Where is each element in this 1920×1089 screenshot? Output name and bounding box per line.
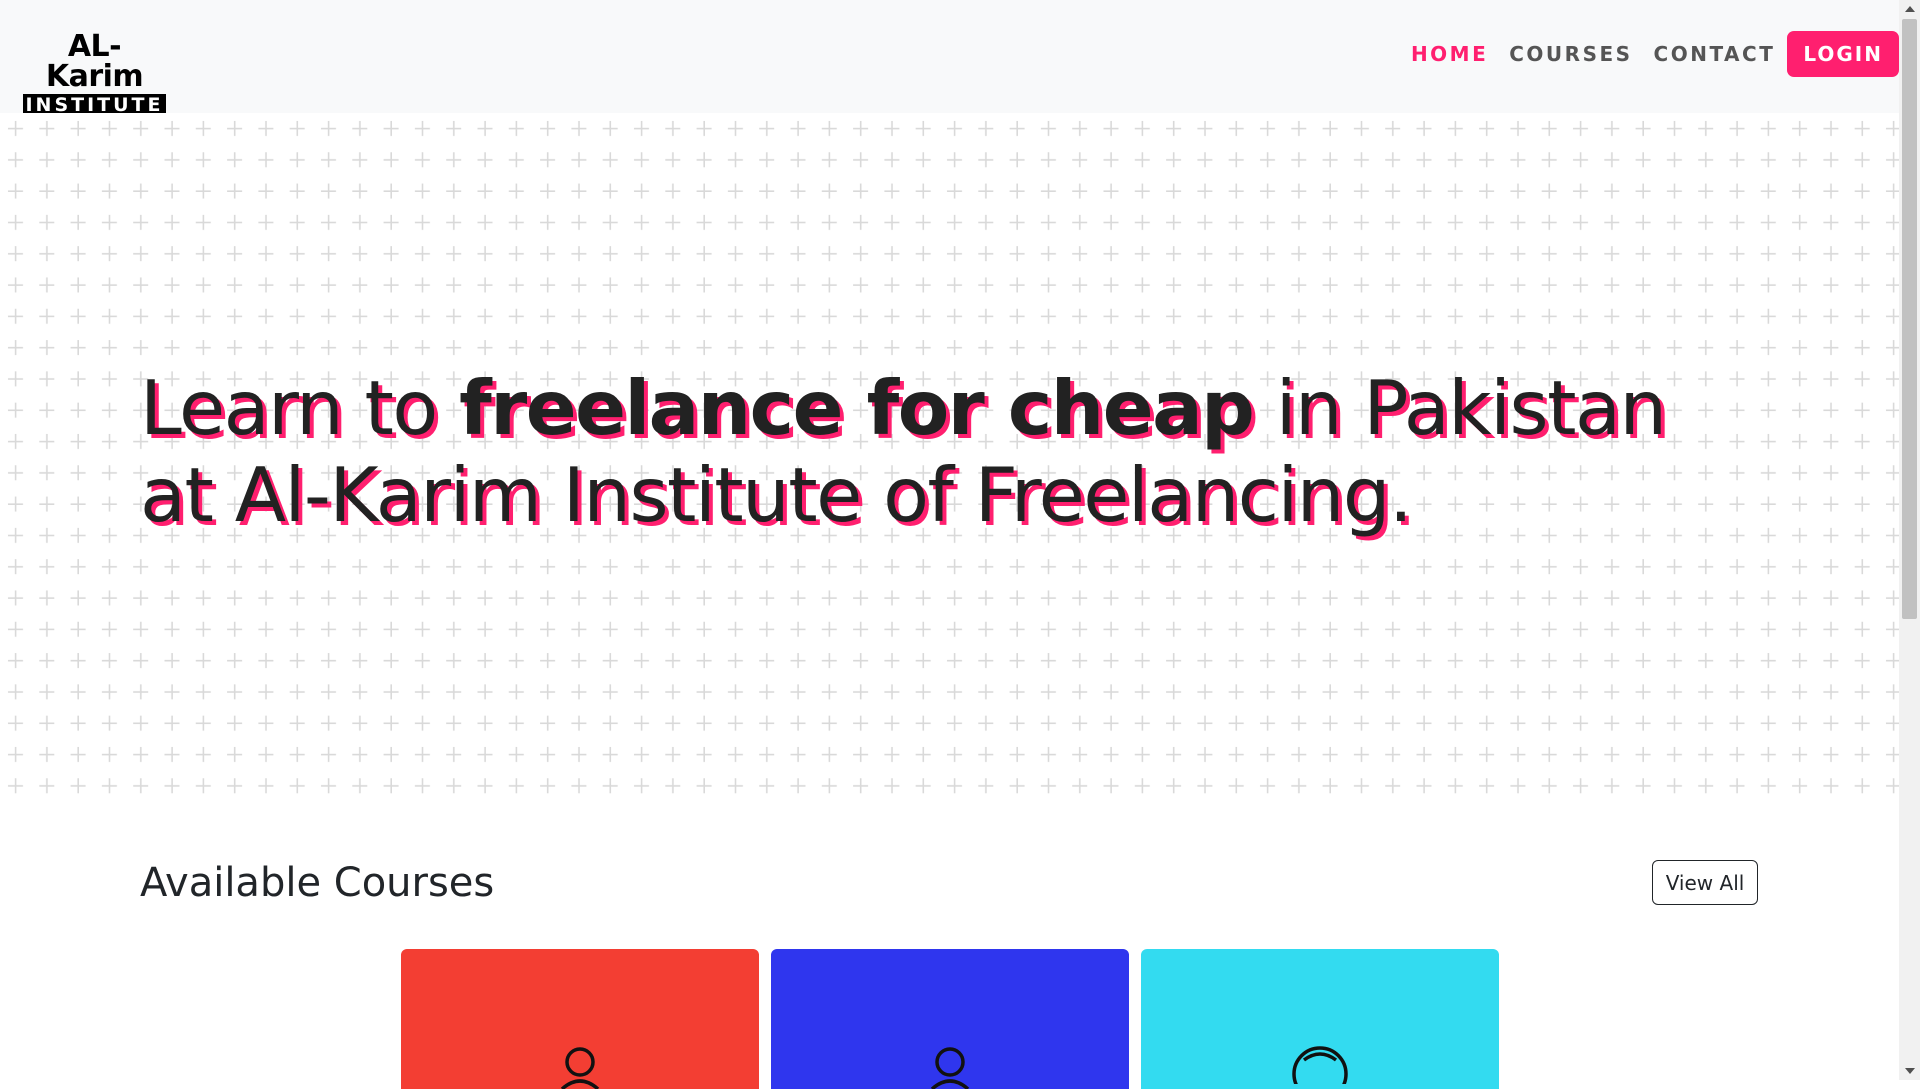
- nav-link-home[interactable]: HOME: [1411, 42, 1488, 66]
- user-icon: [560, 1047, 600, 1089]
- nav-link-courses[interactable]: COURSES: [1509, 42, 1632, 66]
- brand-logo[interactable]: AL-Karim INSTITUTE: [23, 32, 166, 117]
- nav-links: HOME COURSES CONTACT LOGIN: [1390, 31, 1899, 77]
- scroll-down-arrow-icon[interactable]: [1905, 1068, 1915, 1074]
- available-courses-heading: Available Courses: [140, 860, 495, 906]
- globe-icon: [1292, 1046, 1348, 1084]
- login-button[interactable]: LOGIN: [1787, 31, 1899, 77]
- hero-headline: Learn to freelance for cheap in Pakistan…: [140, 365, 1700, 539]
- brand-logo-line1: AL-Karim: [45, 29, 144, 94]
- hero-headline-start: Learn to: [140, 364, 460, 452]
- scroll-up-arrow-icon[interactable]: [1905, 6, 1915, 12]
- view-all-button[interactable]: View All: [1652, 860, 1758, 905]
- vertical-scrollbar[interactable]: [1899, 0, 1920, 1080]
- user-icon: [930, 1047, 970, 1089]
- scrollbar-thumb[interactable]: [1902, 19, 1917, 619]
- course-card[interactable]: [401, 949, 759, 1089]
- navbar: AL-Karim INSTITUTE HOME COURSES CONTACT …: [0, 0, 1899, 117]
- hero-section: Learn to freelance for cheap in Pakistan…: [0, 113, 1899, 803]
- course-card[interactable]: [771, 949, 1129, 1089]
- nav-link-contact[interactable]: CONTACT: [1654, 42, 1776, 66]
- course-card[interactable]: [1141, 949, 1499, 1089]
- hero-headline-bold: freelance for cheap: [459, 364, 1255, 452]
